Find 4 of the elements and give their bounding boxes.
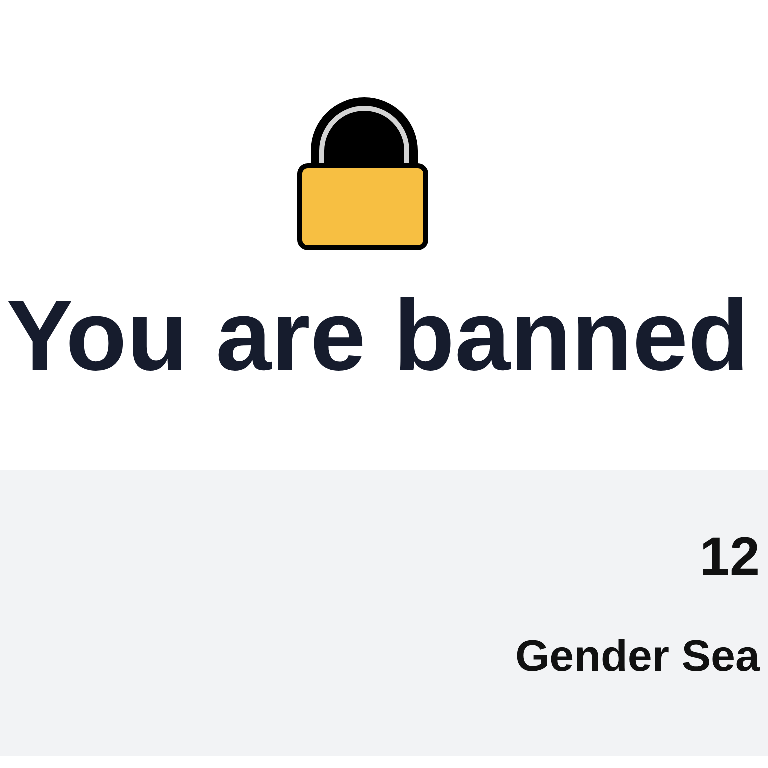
- info-text: Gender Sea: [515, 631, 760, 683]
- info-text: 12: [700, 526, 760, 589]
- page-title: You are banned: [6, 279, 750, 394]
- lock-icon: [297, 95, 429, 251]
